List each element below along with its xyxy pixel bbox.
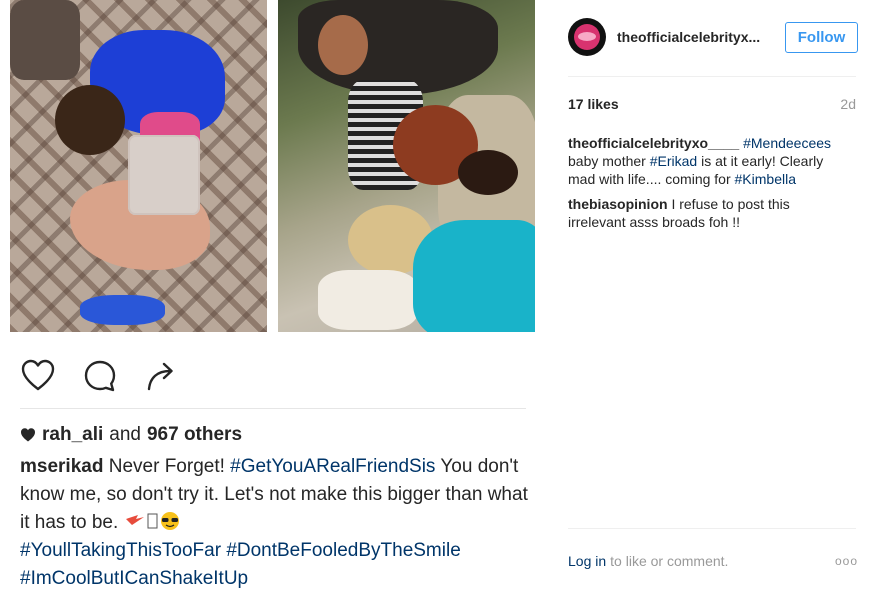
divider [20, 408, 526, 409]
hashtag[interactable]: #DontBeFooledByTheSmile [226, 540, 460, 561]
share-arrow-icon[interactable] [144, 358, 180, 394]
likes-line: rah_ali and 967 others [20, 424, 242, 446]
post-timestamp[interactable]: 2d [840, 96, 856, 112]
account-handle[interactable]: theofficialcelebrityx... [617, 29, 760, 45]
caption-text: Never Forget! [108, 456, 225, 477]
likes-and: and [109, 424, 141, 445]
more-options-icon[interactable]: ooo [835, 554, 858, 568]
likes-count[interactable]: 17 likes [568, 96, 619, 112]
post-sidebar: theofficialcelebrityx... Follow 17 likes… [548, 0, 878, 597]
post-footer: Log in to like or comment. ooo [568, 553, 858, 569]
post-caption: mserikad Never Forget! #GetYouARealFrien… [20, 453, 530, 593]
comment-user[interactable]: thebiasopinion [568, 196, 668, 212]
comment-user[interactable]: theofficialcelebrityxo____ [568, 135, 739, 151]
comment-text: baby mother [568, 153, 646, 169]
post-photo-left [10, 0, 267, 332]
hashtag[interactable]: #YoullTakingThisTooFar [20, 540, 221, 561]
reposted-post: rah_ali and 967 others mserikad Never Fo… [0, 0, 548, 597]
divider [568, 76, 856, 77]
likes-user[interactable]: rah_ali [42, 424, 103, 446]
comment-item: theofficialcelebrityxo____ #Mendeecees b… [568, 134, 848, 188]
heart-filled-icon [21, 428, 35, 442]
hashtag[interactable]: #Mendeecees [743, 135, 831, 151]
post-photo-right [278, 0, 535, 332]
hashtag[interactable]: #GetYouARealFriendSis [230, 456, 435, 477]
likes-others[interactable]: 967 others [147, 424, 242, 446]
login-prompt: to like or comment. [610, 553, 729, 569]
caption-user[interactable]: mserikad [20, 456, 103, 477]
likes-row: 17 likes 2d [568, 96, 856, 112]
post-actions [20, 358, 180, 394]
comment-item: thebiasopinion I refuse to post this irr… [568, 195, 848, 231]
hashtag[interactable]: #Erikad [650, 153, 697, 169]
hashtag[interactable]: #ImCoolButICanShakeItUp [20, 568, 248, 589]
follow-button[interactable]: Follow [785, 21, 858, 53]
hashtag[interactable]: #Kimbella [735, 171, 796, 187]
heart-outline-icon[interactable] [20, 358, 56, 394]
comments-list: theofficialcelebrityxo____ #Mendeecees b… [568, 134, 848, 238]
post-header: theofficialcelebrityx... Follow [568, 16, 858, 58]
emoji-icon [125, 512, 179, 530]
divider [568, 528, 856, 529]
avatar[interactable] [568, 18, 606, 56]
speech-bubble-icon[interactable] [82, 358, 118, 394]
login-link[interactable]: Log in [568, 553, 606, 569]
